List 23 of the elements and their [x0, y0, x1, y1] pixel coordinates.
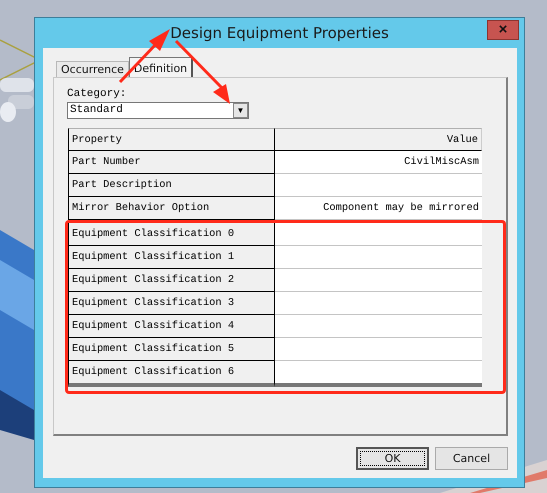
category-label: Category: [67, 88, 128, 102]
property-cell: Equipment Classification 5 [68, 338, 275, 361]
property-cell: Equipment Classification 3 [68, 292, 275, 315]
window-title: Design Equipment Properties [170, 24, 389, 42]
property-cell: Equipment Classification 6 [68, 361, 275, 387]
column-header: Property [68, 128, 275, 151]
property-cell: Equipment Classification 0 [68, 223, 275, 246]
property-cell: Equipment Classification 1 [68, 246, 275, 269]
property-cell: Part Description [68, 174, 275, 197]
column-header: Value [275, 128, 482, 151]
tab[interactable]: Definition [128, 57, 194, 77]
property-cell: Equipment Classification 4 [68, 315, 275, 338]
dropdown-button[interactable]: ▼ [233, 103, 248, 118]
property-cell: Part Number [68, 151, 275, 174]
value-cell: CivilMiscAsm [275, 151, 482, 174]
close-button[interactable]: × [487, 20, 519, 40]
dialog-button[interactable]: OK [356, 447, 429, 470]
dialog-button[interactable]: Cancel [435, 447, 508, 470]
category-dropdown[interactable]: Standard ▼ [67, 102, 249, 119]
tab[interactable]: Occurrence [56, 61, 129, 77]
property-cell: Equipment Classification 2 [68, 269, 275, 292]
property-cell: Mirror Behavior Option [68, 197, 275, 220]
value-cell: Component may be mirrored [275, 197, 482, 220]
